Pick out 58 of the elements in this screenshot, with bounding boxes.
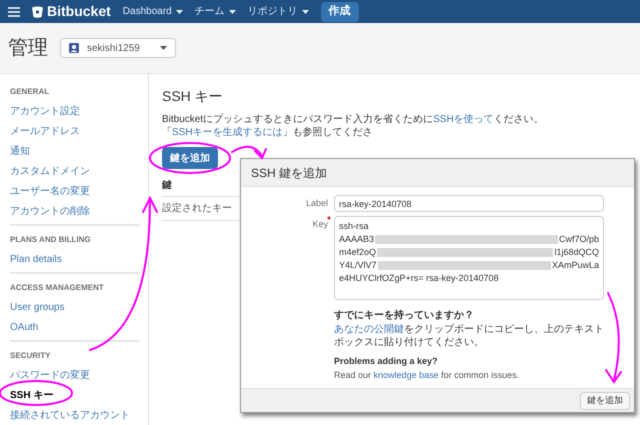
sidebar-link[interactable]: OAuth <box>10 320 38 334</box>
page-title: 管理 <box>8 36 48 61</box>
sidebar-link[interactable]: 接続されているアカウント <box>10 408 130 422</box>
section-heading: ACCESS MANAGEMENT <box>10 282 105 294</box>
help-text: あなたの公開鍵をクリップボードにコピーし、上のテキストボックスに貼り付けてください。 <box>334 323 604 349</box>
field-label: Key <box>311 218 328 231</box>
sidebar-link[interactable]: アカウントの削除 <box>10 204 90 218</box>
key-fragment: AAAAB3 <box>339 233 374 246</box>
section-title: SSH キー <box>162 87 224 106</box>
table-cell-text: 設定されたキー <box>162 202 232 216</box>
column-header: 鍵 <box>162 178 172 193</box>
problems-text: Read our knowledge base for common issues. <box>334 368 520 382</box>
sidebar-link[interactable]: Plan details <box>10 252 62 266</box>
description-text: Bitbucketにプッシュするときにパスワード入力を省くためにSSHを使って ください。「SSHキーを生成するには」も参照してくださ <box>162 113 545 139</box>
caret-icon <box>302 10 309 14</box>
add-key-button[interactable]: 鍵を追加 <box>162 147 218 169</box>
annotation-arrow <box>231 146 267 160</box>
field-label: Label <box>304 196 328 210</box>
sidebar-link[interactable]: User groups <box>10 300 64 314</box>
key-fragment: Cwf7O/pb <box>558 233 599 246</box>
key-fragment: l1j68dQCQ <box>554 246 599 259</box>
sidebar-link[interactable]: メールアドレス <box>10 124 80 138</box>
label-input[interactable]: rsa-key-20140708 <box>334 195 604 212</box>
key-textarea[interactable]: ssh-rsa AAAAB3 Cwf7O/pb m4ef2oQ l1j68dQCQ Y4L/VlV7 XAmPuwLa e4HUYClrfOZgP+rs= rsa-key-20140708 <box>334 216 604 300</box>
knowledge-base-link[interactable]: knowledge base <box>374 370 439 380</box>
sidebar-link[interactable]: SSH キー <box>10 388 54 402</box>
nav-menu[interactable]: リポジトリ <box>248 4 309 19</box>
user-icon <box>69 43 79 53</box>
section-heading: PLANS AND BILLING <box>10 234 92 246</box>
sidebar-link[interactable]: パスワードの変更 <box>10 368 90 382</box>
sidebar-link[interactable]: カスタムドメイン <box>10 164 90 178</box>
section-heading: SECURITY <box>10 350 52 362</box>
sidebar-link[interactable]: 通知 <box>10 144 30 158</box>
menu-icon[interactable] <box>8 6 20 16</box>
nav-menu[interactable]: チーム <box>194 4 236 19</box>
dialog-title: SSH 鍵を追加 <box>251 164 328 182</box>
caret-icon <box>160 46 167 50</box>
public-key-link[interactable]: あなたの公開鍵 <box>334 324 404 335</box>
key-fragment: m4ef2oQ <box>339 246 376 259</box>
create-button[interactable]: 作成 <box>320 2 359 22</box>
help-link[interactable]: SSHキーを生成するには <box>172 127 283 138</box>
key-line: ssh-rsa <box>339 220 370 233</box>
section-heading: GENERAL <box>10 86 50 98</box>
logo-text[interactable]: Bitbucket <box>47 1 111 22</box>
help-heading: すでにキーを持っていますか？ <box>334 308 475 323</box>
bucket-logo-icon[interactable] <box>32 6 43 18</box>
problems-heading: Problems adding a key? <box>334 355 439 368</box>
sidebar-link[interactable]: ユーザー名の変更 <box>10 184 90 198</box>
sidebar-link[interactable]: アカウント設定 <box>10 104 80 118</box>
key-fragment: XAmPuwLa <box>552 259 599 272</box>
caret-icon <box>176 10 183 14</box>
key-fragment: Y4L/VlV7 <box>339 259 377 272</box>
key-line: e4HUYClrfOZgP+rs= rsa-key-20140708 <box>339 272 500 285</box>
caret-icon <box>228 10 236 14</box>
submit-button[interactable]: 鍵を追加 <box>580 392 630 410</box>
nav-menu[interactable]: Dashboard <box>122 4 183 19</box>
help-link[interactable]: SSHを使って <box>433 114 494 125</box>
account-dropdown[interactable]: sekishi1259 <box>60 38 176 58</box>
